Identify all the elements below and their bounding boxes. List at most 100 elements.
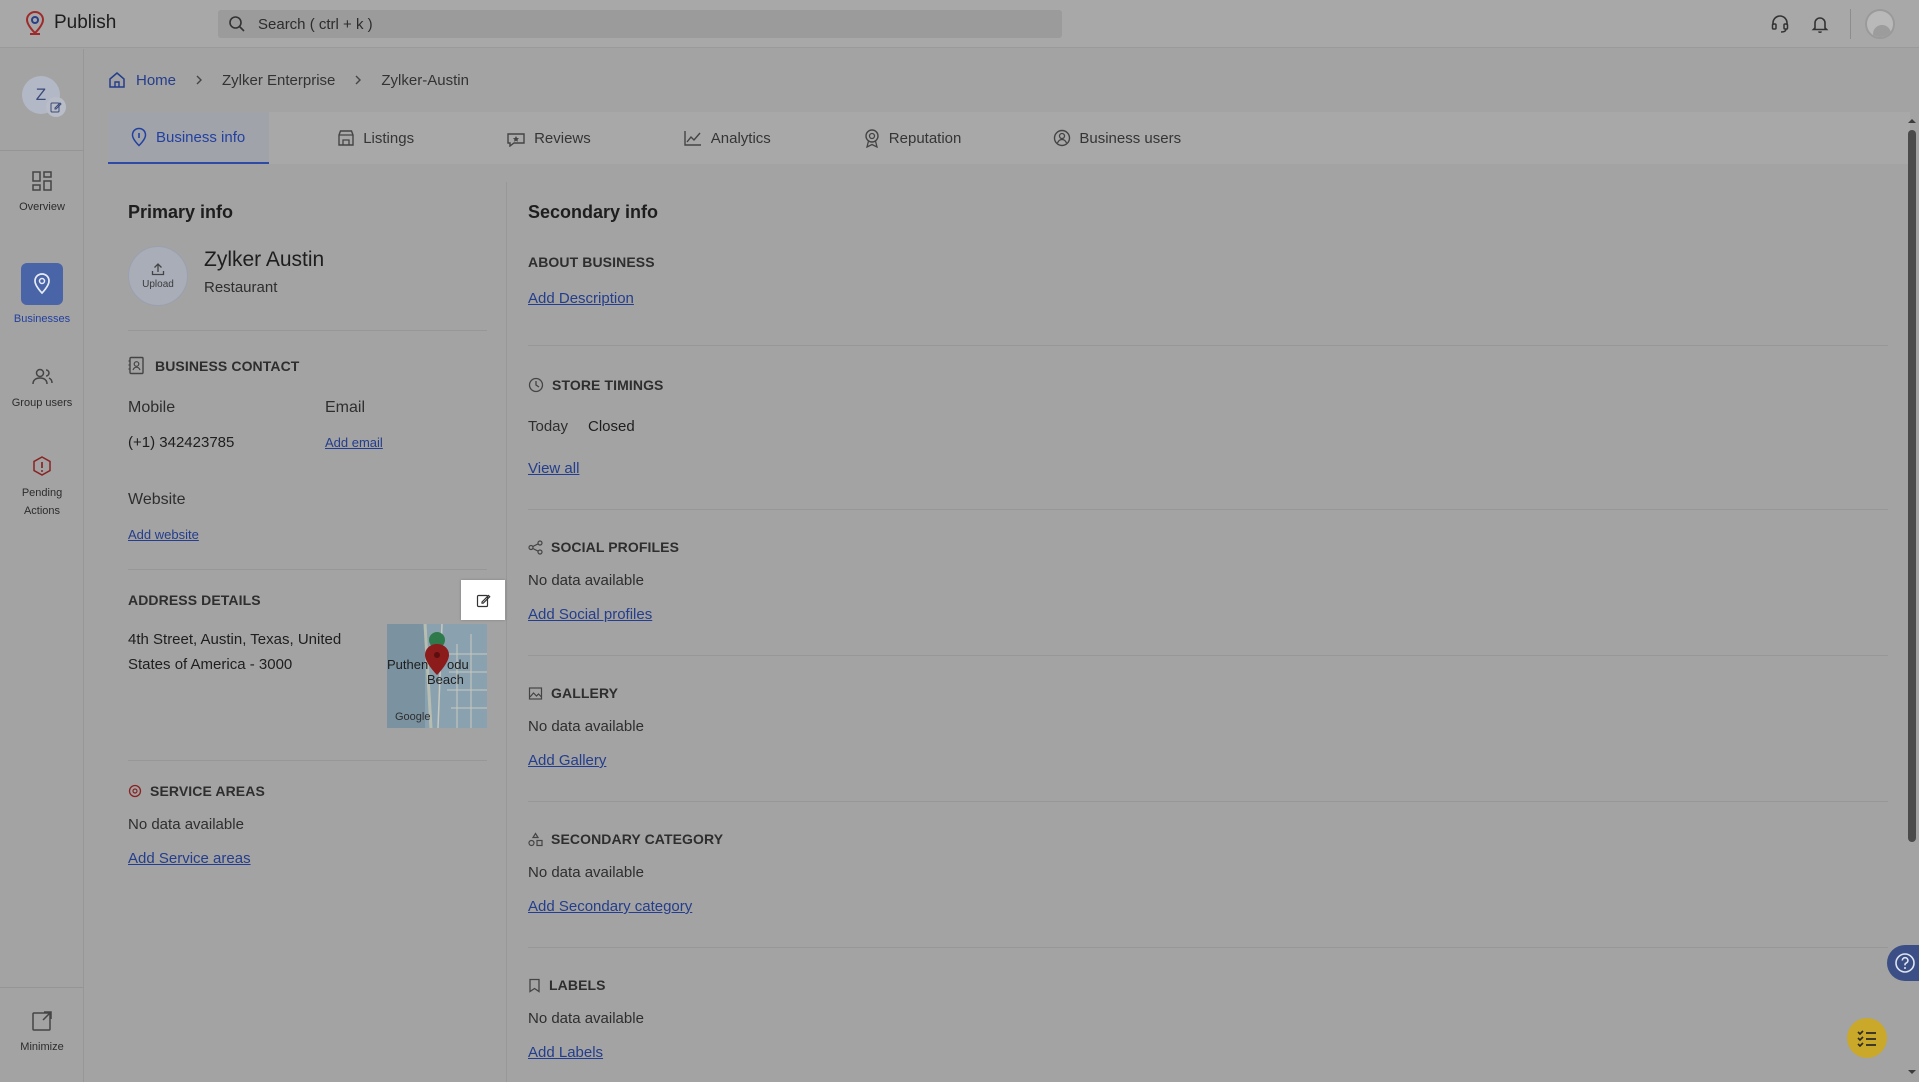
tab-label: Reviews (534, 129, 591, 147)
reputation-icon (863, 128, 881, 148)
website-label: Website (128, 491, 186, 508)
rail-divider (0, 987, 84, 988)
mobile-value: (+1) 342423785 (128, 434, 235, 451)
rail-item-overview[interactable]: Overview (0, 169, 84, 216)
bell-icon[interactable] (1800, 0, 1840, 48)
social-profiles-title: SOCIAL PROFILES (551, 539, 680, 555)
breadcrumb-level1[interactable]: Zylker Enterprise (222, 72, 335, 89)
alert-icon (30, 455, 54, 479)
labels-title: LABELS (549, 977, 606, 993)
add-service-areas-link[interactable]: Add Service areas (128, 850, 251, 867)
tab-reputation[interactable]: Reputation (795, 112, 986, 164)
map-place-label: Puthen (387, 657, 429, 672)
rail-item-businesses[interactable]: Businesses (0, 263, 84, 328)
logo-upload-button[interactable]: Upload (128, 246, 188, 306)
chevron-right-icon (353, 74, 363, 86)
tab-label: Analytics (710, 129, 771, 147)
service-area-icon (128, 784, 142, 798)
add-labels-link[interactable]: Add Labels (528, 1044, 603, 1061)
checklist-fab-button[interactable] (1847, 1018, 1887, 1058)
business-users-icon (1053, 129, 1071, 147)
divider (128, 330, 487, 331)
chevron-right-icon (194, 74, 204, 86)
gallery-empty: No data available (528, 718, 644, 735)
search-icon (228, 15, 246, 33)
contact-card-icon (128, 356, 145, 375)
rail-label: Overview (19, 201, 65, 213)
edit-icon (476, 593, 491, 608)
gallery-header: GALLERY (528, 685, 618, 701)
minimize-button[interactable]: Minimize (0, 1009, 84, 1056)
home-icon (108, 71, 126, 89)
help-button[interactable] (1887, 945, 1919, 981)
edit-address-button[interactable] (461, 580, 505, 620)
business-contact-title: BUSINESS CONTACT (155, 357, 300, 374)
address-map-thumbnail[interactable]: Puthen odu Beach Google (387, 624, 487, 728)
store-timings-header: STORE TIMINGS (528, 377, 664, 393)
add-description-link[interactable]: Add Description (528, 290, 634, 307)
scroll-down-icon[interactable] (1907, 1068, 1917, 1076)
support-icon[interactable] (1760, 0, 1800, 48)
divider (528, 801, 1888, 802)
top-right-actions (1760, 0, 1919, 48)
primary-info-heading: Primary info (128, 202, 234, 222)
breadcrumb-home-label: Home (136, 71, 177, 89)
scroll-up-icon[interactable] (1907, 117, 1917, 125)
search-input[interactable] (258, 15, 1038, 33)
breadcrumb-home[interactable]: Home (108, 71, 176, 89)
business-contact-header: BUSINESS CONTACT (128, 356, 299, 375)
tab-business-users[interactable]: Business users (985, 112, 1205, 164)
social-profiles-header: SOCIAL PROFILES (528, 539, 679, 555)
address-text: 4th Street, Austin, Texas, United States… (128, 627, 341, 677)
address-line-2: States of America - 3000 (128, 656, 293, 673)
add-social-profiles-link[interactable]: Add Social profiles (528, 606, 652, 623)
secondary-info-heading: Secondary info (528, 202, 659, 222)
tab-listings[interactable]: Listings (269, 112, 438, 164)
add-email-link[interactable]: Add email (325, 435, 383, 450)
secondary-category-empty: No data available (528, 864, 644, 881)
divider (528, 509, 1888, 510)
breadcrumb-current: Zylker-Austin (381, 71, 469, 89)
service-areas-header: SERVICE AREAS (128, 783, 265, 799)
timings-status: Closed (588, 418, 635, 435)
scrollbar-thumb[interactable] (1908, 130, 1916, 842)
search-bar[interactable] (218, 10, 1062, 38)
business-name: Zylker Austin (204, 248, 325, 271)
category-icon (528, 831, 543, 847)
rail-label: Minimize (20, 1041, 64, 1053)
user-avatar[interactable] (1865, 9, 1895, 39)
rail-label: Pending Actions (21, 487, 63, 517)
reviews-icon (506, 129, 526, 147)
edit-avatar-icon[interactable] (46, 97, 66, 117)
map-place-label-end: odu (447, 657, 469, 672)
add-website-link[interactable]: Add website (128, 527, 199, 542)
rail-item-group-users[interactable]: Group users (0, 365, 84, 412)
image-icon (528, 686, 543, 701)
map-brand: Google (395, 711, 431, 723)
business-category: Restaurant (204, 279, 278, 296)
add-secondary-category-link[interactable]: Add Secondary category (528, 898, 692, 915)
top-bar: Publish (0, 0, 1919, 48)
tab-reviews[interactable]: Reviews (438, 112, 615, 164)
social-profiles-empty: No data available (528, 572, 644, 589)
service-areas-empty: No data available (128, 816, 244, 833)
tab-label: Business info (156, 128, 246, 146)
clock-icon (528, 377, 544, 393)
divider (128, 569, 487, 570)
tab-business-info[interactable]: Business info (108, 112, 270, 164)
upload-label: Upload (142, 279, 174, 290)
tab-analytics[interactable]: Analytics (615, 112, 795, 164)
service-areas-title: SERVICE AREAS (150, 783, 265, 799)
add-gallery-link[interactable]: Add Gallery (528, 752, 606, 769)
brand[interactable]: Publish (24, 10, 116, 36)
tab-label: Reputation (888, 129, 962, 147)
analytics-icon (683, 129, 703, 147)
tab-label: Business users (1079, 129, 1182, 147)
gallery-title: GALLERY (551, 685, 619, 701)
mobile-label: Mobile (128, 399, 176, 416)
help-icon (1894, 952, 1916, 974)
rail-item-pending-actions[interactable]: Pending Actions (0, 455, 84, 520)
view-all-timings-link[interactable]: View all (528, 460, 579, 477)
about-business-title: ABOUT BUSINESS (528, 254, 655, 270)
bookmark-icon (528, 978, 541, 993)
